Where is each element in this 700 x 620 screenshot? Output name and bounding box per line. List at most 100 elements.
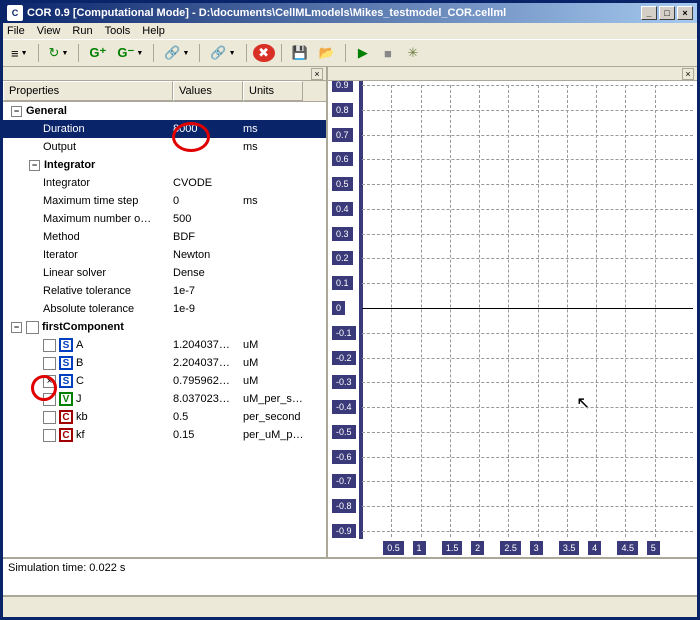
properties-header: Properties Values Units [3,81,326,102]
row-var-b[interactable]: S B 2.204037…uM [3,354,326,372]
x-tick-label: 0.5 [383,541,404,555]
row-var-a[interactable]: S A 1.204037…uM [3,336,326,354]
checkbox-checked[interactable]: × [43,375,56,388]
gear-button[interactable]: ✳ [402,42,424,64]
x-tick-label: 4 [588,541,601,555]
y-tick-label: -0.8 [332,499,356,513]
stop-button[interactable]: ✖ [253,44,275,62]
row-firstcomponent[interactable]: − firstComponent [3,318,326,336]
open-button[interactable]: 📂 [315,42,339,64]
x-tick-label: 2.5 [500,541,521,555]
row-var-c[interactable]: × S C 0.795962…uM [3,372,326,390]
variable-icon: V [59,392,73,406]
play-button[interactable]: ▶ [352,42,374,64]
y-tick-label: 0.4 [332,202,353,216]
y-axis [359,81,363,539]
menu-view[interactable]: View [37,25,61,37]
y-tick-label: 0.2 [332,251,353,265]
col-values[interactable]: Values [173,81,243,101]
x-tick-label: 5 [647,541,660,555]
row-var-j[interactable]: V J 8.037023…uM_per_s… [3,390,326,408]
row-integrator-group[interactable]: −Integrator [3,156,326,174]
toolbar: ≡▼ ↻▼ G⁺ G⁻▼ 🔗▼ 🔗▼ ✖ 💾 📂 ▶ ■ ✳ [3,40,697,67]
y-tick-label: 0.9 [332,81,353,92]
chart-panel-close-button[interactable]: × [682,68,694,80]
constant-icon: C [59,428,73,442]
simulation-time: Simulation time: 0.022 s [8,562,125,574]
state-icon: S [59,356,73,370]
row-general[interactable]: −General [3,102,326,120]
chart-area[interactable]: ↖ 0.90.80.70.60.50.40.30.20.10-0.1-0.2-0… [328,81,697,557]
y-tick-label: -0.3 [332,375,356,389]
properties-grid: −General Duration 8000 ms Output ms −Int… [3,102,326,557]
g-plus-button[interactable]: G⁺ [85,42,110,64]
row-maxstep[interactable]: Maximum time step 0ms [3,192,326,210]
minimize-button[interactable]: _ [641,6,657,20]
checkbox[interactable] [43,429,56,442]
col-properties[interactable]: Properties [3,81,173,101]
row-duration[interactable]: Duration 8000 ms [3,120,326,138]
y-tick-label: 0.1 [332,276,353,290]
y-tick-label: -0.6 [332,450,356,464]
row-maxnum[interactable]: Maximum number o… 500 [3,210,326,228]
link1-button[interactable]: 🔗▼ [160,42,193,64]
row-abstol[interactable]: Absolute tolerance 1e-9 [3,300,326,318]
list-button[interactable]: ≡▼ [7,42,32,64]
y-tick-label: 0.3 [332,227,353,241]
row-method[interactable]: Method BDF [3,228,326,246]
panel-close-button[interactable]: × [311,68,323,80]
title-bar: C COR 0.9 [Computational Mode] - D:\docu… [3,3,697,23]
menu-tools[interactable]: Tools [105,25,131,37]
collapse-icon[interactable]: − [29,160,40,171]
y-tick-label: -0.2 [332,351,356,365]
app-icon: C [7,5,23,21]
pause-button[interactable]: ■ [377,42,399,64]
window-title: COR 0.9 [Computational Mode] - D:\docume… [27,7,639,19]
panel-close-bar: × [3,67,326,81]
menu-bar: File View Run Tools Help [3,23,697,40]
row-output[interactable]: Output ms [3,138,326,156]
x-tick-label: 1 [413,541,426,555]
g-minus-button[interactable]: G⁻▼ [113,42,147,64]
checkbox[interactable] [26,321,39,334]
menu-run[interactable]: Run [72,25,92,37]
row-integrator[interactable]: Integrator CVODE [3,174,326,192]
y-tick-label: -0.5 [332,425,356,439]
checkbox[interactable] [43,393,56,406]
constant-icon: C [59,410,73,424]
y-tick-label: -0.1 [332,326,356,340]
checkbox[interactable] [43,357,56,370]
maximize-button[interactable]: □ [659,6,675,20]
refresh-button[interactable]: ↻▼ [45,42,73,64]
row-iterator[interactable]: Iterator Newton [3,246,326,264]
chart-panel-close-bar: × [328,67,697,81]
status-area: Simulation time: 0.022 s [3,557,697,617]
collapse-icon[interactable]: − [11,106,22,117]
save-button[interactable]: 💾 [288,42,312,64]
menu-help[interactable]: Help [142,25,165,37]
row-var-kf[interactable]: C kf 0.15per_uM_p… [3,426,326,444]
checkbox[interactable] [43,339,56,352]
x-tick-label: 1.5 [442,541,463,555]
collapse-icon[interactable]: − [11,322,22,333]
x-tick-label: 2 [471,541,484,555]
close-button[interactable]: × [677,6,693,20]
checkbox[interactable] [43,411,56,424]
y-tick-label: 0.5 [332,177,353,191]
link2-button[interactable]: 🔗▼ [206,42,239,64]
x-tick-label: 3.5 [559,541,580,555]
state-icon: S [59,338,73,352]
menu-file[interactable]: File [7,25,25,37]
x-tick-label: 3 [530,541,543,555]
y-tick-label: -0.9 [332,524,356,538]
y-tick-label: -0.4 [332,400,356,414]
col-units[interactable]: Units [243,81,303,101]
row-reltol[interactable]: Relative tolerance 1e-7 [3,282,326,300]
row-var-kb[interactable]: C kb 0.5per_second [3,408,326,426]
cursor-icon: ↖ [576,393,591,414]
row-linsolver[interactable]: Linear solver Dense [3,264,326,282]
y-tick-label: 0 [332,301,345,315]
y-tick-label: 0.6 [332,152,353,166]
y-tick-label: 0.8 [332,103,353,117]
state-icon: S [59,374,73,388]
